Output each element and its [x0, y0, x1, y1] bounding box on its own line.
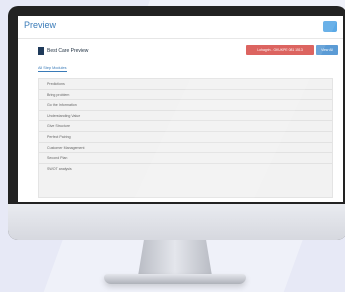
document-header: Best Care Preview — [38, 46, 88, 56]
monitor-chin — [8, 204, 345, 240]
list-item[interactable]: SWOT analysis — [39, 164, 332, 175]
document-icon — [38, 47, 44, 55]
list-item[interactable]: Perfect Pairing — [39, 132, 332, 143]
top-action-button[interactable] — [323, 21, 337, 32]
list-item[interactable]: Go the Information — [39, 100, 332, 111]
list-item[interactable]: Second Plan — [39, 153, 332, 164]
page-title: Preview — [24, 20, 57, 30]
document-title: Best Care Preview — [47, 48, 89, 54]
monitor-stand-base — [104, 274, 246, 284]
view-all-button[interactable]: View All — [316, 45, 338, 55]
breadcrumb-link[interactable]: All Step Modules — [38, 66, 67, 72]
monitor: Preview Best Care Preview Lohagrin - GKU… — [8, 6, 345, 240]
list-item[interactable]: Give Structure — [39, 121, 332, 132]
list-item[interactable]: Understanding Value — [39, 111, 332, 122]
module-list: Predictions Bring problem Go the Informa… — [38, 78, 333, 198]
app-header: Preview — [18, 16, 343, 39]
red-action-button[interactable]: Lohagrin - GKUKPE 081 1513 — [246, 45, 314, 55]
list-item[interactable]: Customer Management — [39, 143, 332, 154]
list-item[interactable]: Predictions — [39, 79, 332, 90]
monitor-stand-neck — [138, 240, 212, 276]
screen: Preview Best Care Preview Lohagrin - GKU… — [18, 16, 343, 202]
list-item[interactable]: Bring problem — [39, 90, 332, 101]
